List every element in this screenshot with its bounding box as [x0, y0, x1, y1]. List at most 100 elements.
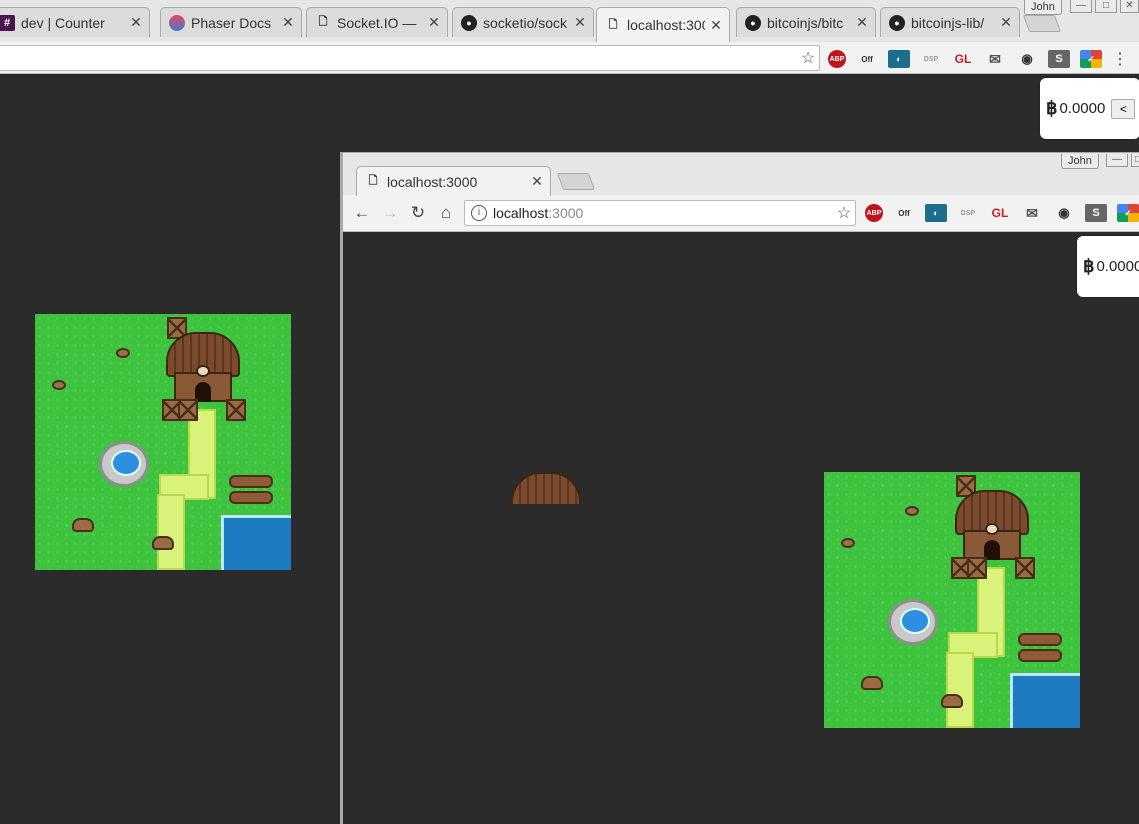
- minimize-button[interactable]: —: [1106, 154, 1128, 167]
- close-icon[interactable]: ✕: [855, 14, 869, 31]
- chrome-extension-icon[interactable]: ✓: [1117, 204, 1139, 222]
- close-icon[interactable]: ✕: [281, 14, 295, 31]
- extensions-row: ABP Off ◐ DSP GL ✉ ◉ S ✓: [865, 204, 1139, 222]
- rock: [841, 538, 855, 548]
- forward-arrow-icon[interactable]: →: [380, 203, 400, 223]
- more-menu-icon[interactable]: ⋮: [1112, 49, 1128, 69]
- mail-icon[interactable]: ✉: [1021, 204, 1043, 222]
- minimize-button[interactable]: —: [1070, 0, 1092, 13]
- collapse-balance-button[interactable]: <: [1111, 98, 1136, 119]
- profile-button[interactable]: John: [1024, 0, 1062, 15]
- coffee-off-icon[interactable]: Off: [856, 50, 878, 68]
- log: [229, 475, 273, 488]
- phaser-icon: [169, 14, 185, 31]
- address-bar[interactable]: i localhost:3000 ☆: [464, 200, 856, 226]
- s-extension-icon[interactable]: S: [1048, 50, 1070, 68]
- tab-socketio-github[interactable]: ● socketio/sock ✕: [452, 7, 594, 37]
- maximize-button[interactable]: □: [1131, 154, 1139, 167]
- balance-amount: 0.0000: [1059, 100, 1106, 117]
- close-icon[interactable]: ✕: [999, 14, 1013, 31]
- github-icon: ●: [745, 14, 761, 31]
- dsp-icon[interactable]: DSP: [957, 204, 979, 222]
- spy-icon[interactable]: ◐: [925, 204, 947, 222]
- bookmark-star-icon[interactable]: ☆: [797, 48, 819, 68]
- address-bar[interactable]: ☆: [0, 45, 820, 71]
- fountain: [888, 599, 938, 645]
- tab-title: bitcoinjs/bitc: [767, 14, 844, 31]
- log: [1018, 649, 1062, 662]
- tab-localhost-3000[interactable]: 🗋 localhost:3000 ✕: [356, 166, 551, 196]
- page-icon: 🗋: [608, 18, 618, 31]
- bitcoin-symbol: ฿: [1046, 98, 1058, 118]
- new-tab-button[interactable]: [556, 173, 596, 190]
- tab-dev-counter[interactable]: # dev | Counter ✕: [0, 7, 150, 37]
- close-window-button[interactable]: ✕: [1120, 0, 1139, 13]
- address-input[interactable]: [0, 50, 797, 66]
- home-icon[interactable]: ⌂: [436, 203, 456, 223]
- tab-title: socketio/sock: [483, 14, 568, 31]
- reload-icon[interactable]: ↻: [408, 203, 428, 223]
- info-icon[interactable]: i: [471, 205, 487, 221]
- lightbulb-icon[interactable]: ◉: [1053, 204, 1075, 222]
- spy-icon[interactable]: ◐: [888, 50, 910, 68]
- mail-icon[interactable]: ✉: [984, 50, 1006, 68]
- close-icon[interactable]: ✕: [530, 173, 544, 190]
- dsp-icon[interactable]: DSP: [920, 50, 942, 68]
- maximize-button[interactable]: □: [1095, 0, 1117, 13]
- tab-phaser-docs[interactable]: Phaser Docs ✕: [160, 7, 302, 37]
- bitcoin-symbol: ฿: [1083, 256, 1095, 276]
- tree-stump: [152, 536, 174, 550]
- profile-button[interactable]: John: [1061, 154, 1099, 169]
- dirt-path: [946, 652, 974, 728]
- balance-amount: 0.0000: [1096, 258, 1139, 275]
- gitlab-gl-icon[interactable]: GL: [989, 204, 1011, 222]
- tab-title: localhost:3000: [387, 173, 478, 190]
- page-icon: 🗋: [368, 175, 378, 187]
- extensions-row: ABP Off ◐ DSP GL ✉ ◉ S ✓ ⋮: [828, 49, 1128, 69]
- adblock-plus-icon[interactable]: ABP: [828, 50, 846, 68]
- inner-toolbar: ← → ↻ ⌂ i localhost:3000 ☆ ABP Off ◐ DSP…: [343, 195, 1139, 232]
- slack-hash-icon: #: [0, 14, 15, 31]
- rock: [905, 506, 919, 516]
- log: [1018, 633, 1062, 646]
- balance-widget: ฿ 0.0000: [1077, 236, 1139, 297]
- page-icon: 🗋: [318, 16, 328, 28]
- tab-bitcoinjs-lib[interactable]: ● bitcoinjs-lib/ ✕: [880, 7, 1020, 37]
- bookmark-star-icon[interactable]: ☆: [833, 203, 855, 223]
- adblock-plus-icon[interactable]: ABP: [865, 204, 883, 222]
- coffee-off-icon[interactable]: Off: [893, 204, 915, 222]
- crate: [178, 399, 198, 421]
- tab-title: Phaser Docs: [191, 14, 272, 31]
- gitlab-gl-icon[interactable]: GL: [952, 50, 974, 68]
- new-tab-button[interactable]: [1022, 15, 1062, 32]
- github-icon: ●: [461, 14, 477, 31]
- tab-socket-io[interactable]: 🗋 Socket.IO — ✕: [306, 7, 448, 37]
- inner-tab-strip: 🗋 localhost:3000 ✕ John — □: [343, 153, 1139, 196]
- outer-tab-strip: # dev | Counter ✕ Phaser Docs ✕ 🗋 Socket…: [0, 0, 1139, 42]
- rock: [52, 380, 66, 390]
- game-map[interactable]: [35, 314, 291, 570]
- crate: [226, 399, 246, 421]
- close-icon[interactable]: ✕: [709, 17, 723, 34]
- game-map[interactable]: [824, 472, 1080, 728]
- rock: [116, 348, 130, 358]
- close-icon[interactable]: ✕: [573, 14, 587, 31]
- pond: [221, 515, 291, 570]
- s-extension-icon[interactable]: S: [1085, 204, 1107, 222]
- tab-title: localhost:300: [627, 17, 705, 33]
- back-arrow-icon[interactable]: ←: [352, 203, 372, 223]
- balance-widget: ฿ 0.0000 <: [1040, 78, 1139, 139]
- tab-bitcoinjs-bitc[interactable]: ● bitcoinjs/bitc ✕: [736, 7, 876, 37]
- close-icon[interactable]: ✕: [129, 14, 143, 31]
- inner-browser-window: 🗋 localhost:3000 ✕ John — □ ← → ↻ ⌂ i lo…: [340, 152, 1139, 824]
- address-text[interactable]: localhost:3000: [493, 205, 583, 221]
- chrome-extension-icon[interactable]: ✓: [1080, 50, 1102, 68]
- log: [229, 491, 273, 504]
- close-icon[interactable]: ✕: [427, 14, 441, 31]
- tab-title: bitcoinjs-lib/: [911, 14, 985, 31]
- lightbulb-icon[interactable]: ◉: [1016, 50, 1038, 68]
- outer-toolbar: ☆ ABP Off ◐ DSP GL ✉ ◉ S ✓ ⋮: [0, 42, 1139, 74]
- pond: [1010, 673, 1080, 728]
- tab-localhost[interactable]: 🗋 localhost:300 ✕: [596, 7, 730, 42]
- tree-stump: [941, 694, 963, 708]
